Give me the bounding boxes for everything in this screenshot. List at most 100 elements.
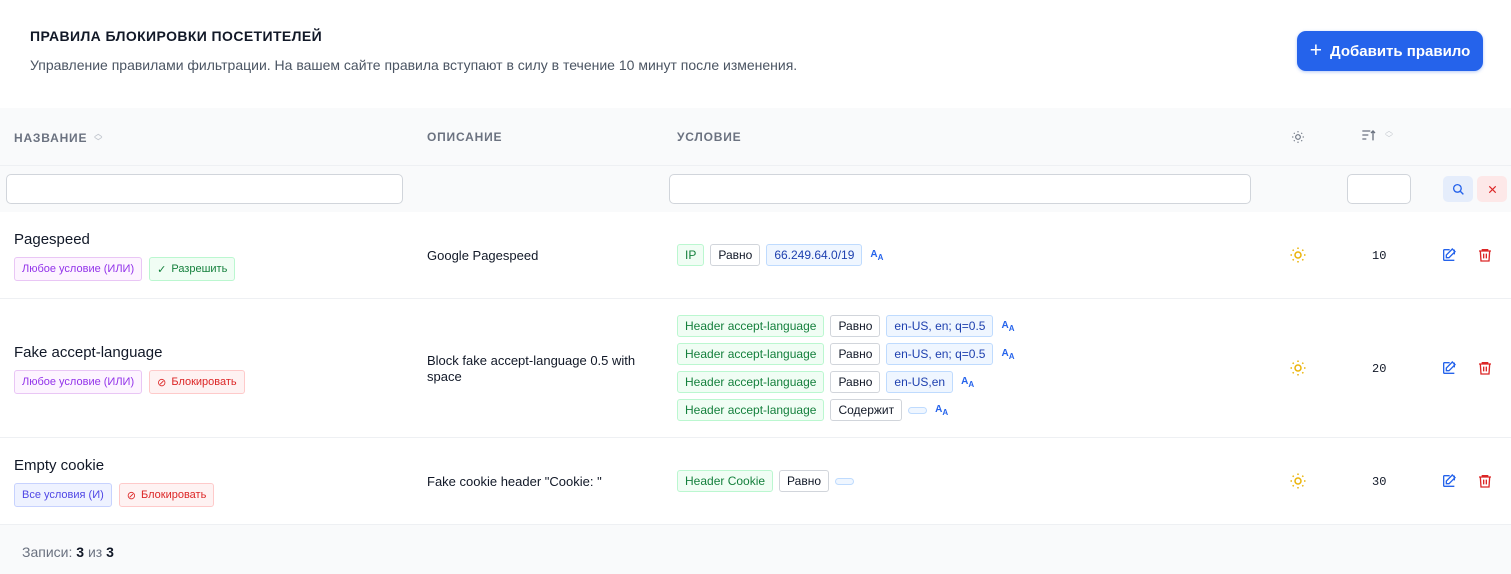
sort-priority-icon bbox=[1362, 130, 1376, 141]
table-row[interactable]: Pagespeed Любое условие (ИЛИ) ✓ Разрешит… bbox=[0, 212, 1511, 299]
table-row[interactable]: Empty cookie Все условия (И) ⊘ Блокирова… bbox=[0, 438, 1511, 525]
rule-conditions: Header accept-language Равно en-US, en; … bbox=[677, 315, 1014, 421]
condition-value-empty bbox=[835, 477, 855, 485]
case-sensitive-icon: AA bbox=[870, 248, 884, 262]
rule-badges: Любое условие (ИЛИ) ✓ Разрешить bbox=[14, 257, 236, 281]
condition-operator: Равно bbox=[830, 371, 881, 393]
rule-priority: 20 bbox=[1372, 362, 1387, 376]
rule-name: Empty cookie bbox=[14, 457, 105, 474]
search-icon bbox=[1452, 183, 1464, 195]
condition-field: Header Cookie bbox=[677, 470, 774, 492]
rule-priority: 30 bbox=[1372, 475, 1387, 489]
page-title: ПРАВИЛА БЛОКИРОВКИ ПОСЕТИТЕЛЕЙ bbox=[30, 28, 323, 44]
sun-icon[interactable] bbox=[1291, 130, 1305, 144]
check-icon: ✓ bbox=[157, 263, 167, 276]
condition-operator: Равно bbox=[830, 343, 881, 365]
column-condition-label: УСЛОВИЕ bbox=[677, 130, 742, 144]
condition-value-empty bbox=[908, 406, 928, 414]
records-count: Записи: 3 из 3 bbox=[22, 544, 114, 560]
column-description-label: ОПИСАНИЕ bbox=[427, 130, 503, 144]
records-of: из bbox=[87, 544, 103, 560]
table-row[interactable]: Fake accept-language Любое условие (ИЛИ)… bbox=[0, 299, 1511, 438]
column-header-priority[interactable]: ︿ ﹀ bbox=[1361, 127, 1393, 143]
column-header-condition: УСЛОВИЕ bbox=[677, 130, 741, 144]
table-header: НАЗВАНИЕ ︿ ﹀ ОПИСАНИЕ УСЛОВИЕ ︿ ﹀ bbox=[0, 108, 1511, 166]
sun-icon[interactable] bbox=[1289, 359, 1307, 377]
page-header: ПРАВИЛА БЛОКИРОВКИ ПОСЕТИТЕЛЕЙ Управлени… bbox=[0, 0, 1511, 108]
close-icon bbox=[1488, 185, 1496, 193]
add-rule-label: Добавить правило bbox=[1329, 42, 1471, 60]
logic-badge: Все условия (И) bbox=[14, 483, 112, 507]
edit-icon[interactable] bbox=[1441, 360, 1457, 376]
logic-badge: Любое условие (ИЛИ) bbox=[14, 257, 143, 281]
rule-description: Block fake accept-language 0.5 with spac… bbox=[427, 353, 636, 384]
trash-icon[interactable] bbox=[1477, 473, 1493, 489]
condition-operator: Равно bbox=[710, 244, 761, 266]
records-total: 3 bbox=[106, 544, 114, 560]
plus-icon: + bbox=[1309, 38, 1322, 62]
rule-name: Fake accept-language bbox=[14, 344, 163, 361]
condition-operator: Содержит bbox=[830, 399, 903, 421]
case-sensitive-icon: AA bbox=[935, 403, 949, 417]
rule-badges: Все условия (И) ⊘ Блокировать bbox=[14, 483, 215, 507]
action-label: Блокировать bbox=[171, 376, 237, 388]
condition: Header accept-language Содержит AA bbox=[677, 399, 1014, 421]
action-badge: ⊘ Блокировать bbox=[118, 483, 215, 507]
add-rule-button[interactable]: + Добавить правило bbox=[1297, 31, 1483, 71]
condition-field: Header accept-language bbox=[677, 343, 825, 365]
logic-badge: Любое условие (ИЛИ) bbox=[14, 370, 143, 394]
condition-field: Header accept-language bbox=[677, 399, 825, 421]
rule-badges: Любое условие (ИЛИ) ⊘ Блокировать bbox=[14, 370, 245, 394]
rule-conditions: Header Cookie Равно bbox=[677, 470, 855, 492]
filter-row bbox=[0, 166, 1511, 212]
sun-icon[interactable] bbox=[1289, 246, 1307, 264]
name-filter-input[interactable] bbox=[6, 174, 403, 204]
filter-clear-button[interactable] bbox=[1477, 176, 1507, 202]
case-sensitive-icon: AA bbox=[1001, 319, 1015, 333]
filter-search-button[interactable] bbox=[1443, 176, 1473, 202]
case-sensitive-icon: AA bbox=[961, 375, 975, 389]
trash-icon[interactable] bbox=[1477, 247, 1493, 263]
condition: Header accept-language Равно en-US, en; … bbox=[677, 315, 1014, 337]
condition-value: en-US, en; q=0.5 bbox=[886, 343, 994, 365]
records-shown: 3 bbox=[76, 544, 85, 560]
condition: IP Равно 66.249.64.0/19 AA bbox=[677, 244, 883, 266]
condition-field: Header accept-language bbox=[677, 371, 825, 393]
condition-field: Header accept-language bbox=[677, 315, 825, 337]
action-label: Блокировать bbox=[141, 489, 207, 501]
condition: Header accept-language Равно en-US, en; … bbox=[677, 343, 1014, 365]
condition-field: IP bbox=[677, 244, 705, 266]
condition: Header accept-language Равно en-US,en AA bbox=[677, 371, 1014, 393]
rule-priority: 10 bbox=[1372, 249, 1387, 263]
condition-operator: Равно bbox=[830, 315, 881, 337]
condition-value: en-US, en; q=0.5 bbox=[886, 315, 994, 337]
action-label: Разрешить bbox=[171, 263, 228, 275]
block-icon: ⊘ bbox=[157, 376, 167, 389]
rule-conditions: IP Равно 66.249.64.0/19 AA bbox=[677, 244, 883, 266]
condition-filter-input[interactable] bbox=[669, 174, 1251, 204]
condition-value: 66.249.64.0/19 bbox=[766, 244, 863, 266]
condition-value: en-US,en bbox=[886, 371, 954, 393]
sort-icon[interactable]: ︿ ﹀ bbox=[1385, 127, 1393, 143]
sun-icon[interactable] bbox=[1289, 472, 1307, 490]
action-badge: ✓ Разрешить bbox=[149, 257, 236, 281]
condition: Header Cookie Равно bbox=[677, 470, 855, 492]
priority-filter-input[interactable] bbox=[1347, 174, 1411, 204]
edit-icon[interactable] bbox=[1441, 473, 1457, 489]
case-sensitive-icon: AA bbox=[1001, 347, 1015, 361]
page-subtitle: Управление правилами фильтрации. На ваше… bbox=[30, 57, 798, 73]
trash-icon[interactable] bbox=[1477, 360, 1493, 376]
edit-icon[interactable] bbox=[1441, 247, 1457, 263]
block-icon: ⊘ bbox=[126, 489, 136, 502]
condition-operator: Равно bbox=[779, 470, 830, 492]
sort-icon[interactable]: ︿ ﹀ bbox=[94, 130, 103, 146]
action-badge: ⊘ Блокировать bbox=[149, 370, 245, 394]
rule-name: Pagespeed bbox=[14, 231, 90, 248]
column-header-description: ОПИСАНИЕ bbox=[427, 130, 502, 144]
rule-description: Google Pagespeed bbox=[427, 248, 539, 263]
records-label: Записи: bbox=[22, 544, 73, 560]
table-footer: Записи: 3 из 3 bbox=[0, 525, 1511, 574]
rule-description: Fake cookie header "Cookie: " bbox=[427, 474, 602, 489]
column-header-name[interactable]: НАЗВАНИЕ ︿ ﹀ bbox=[14, 130, 103, 146]
column-name-label: НАЗВАНИЕ bbox=[14, 131, 88, 145]
